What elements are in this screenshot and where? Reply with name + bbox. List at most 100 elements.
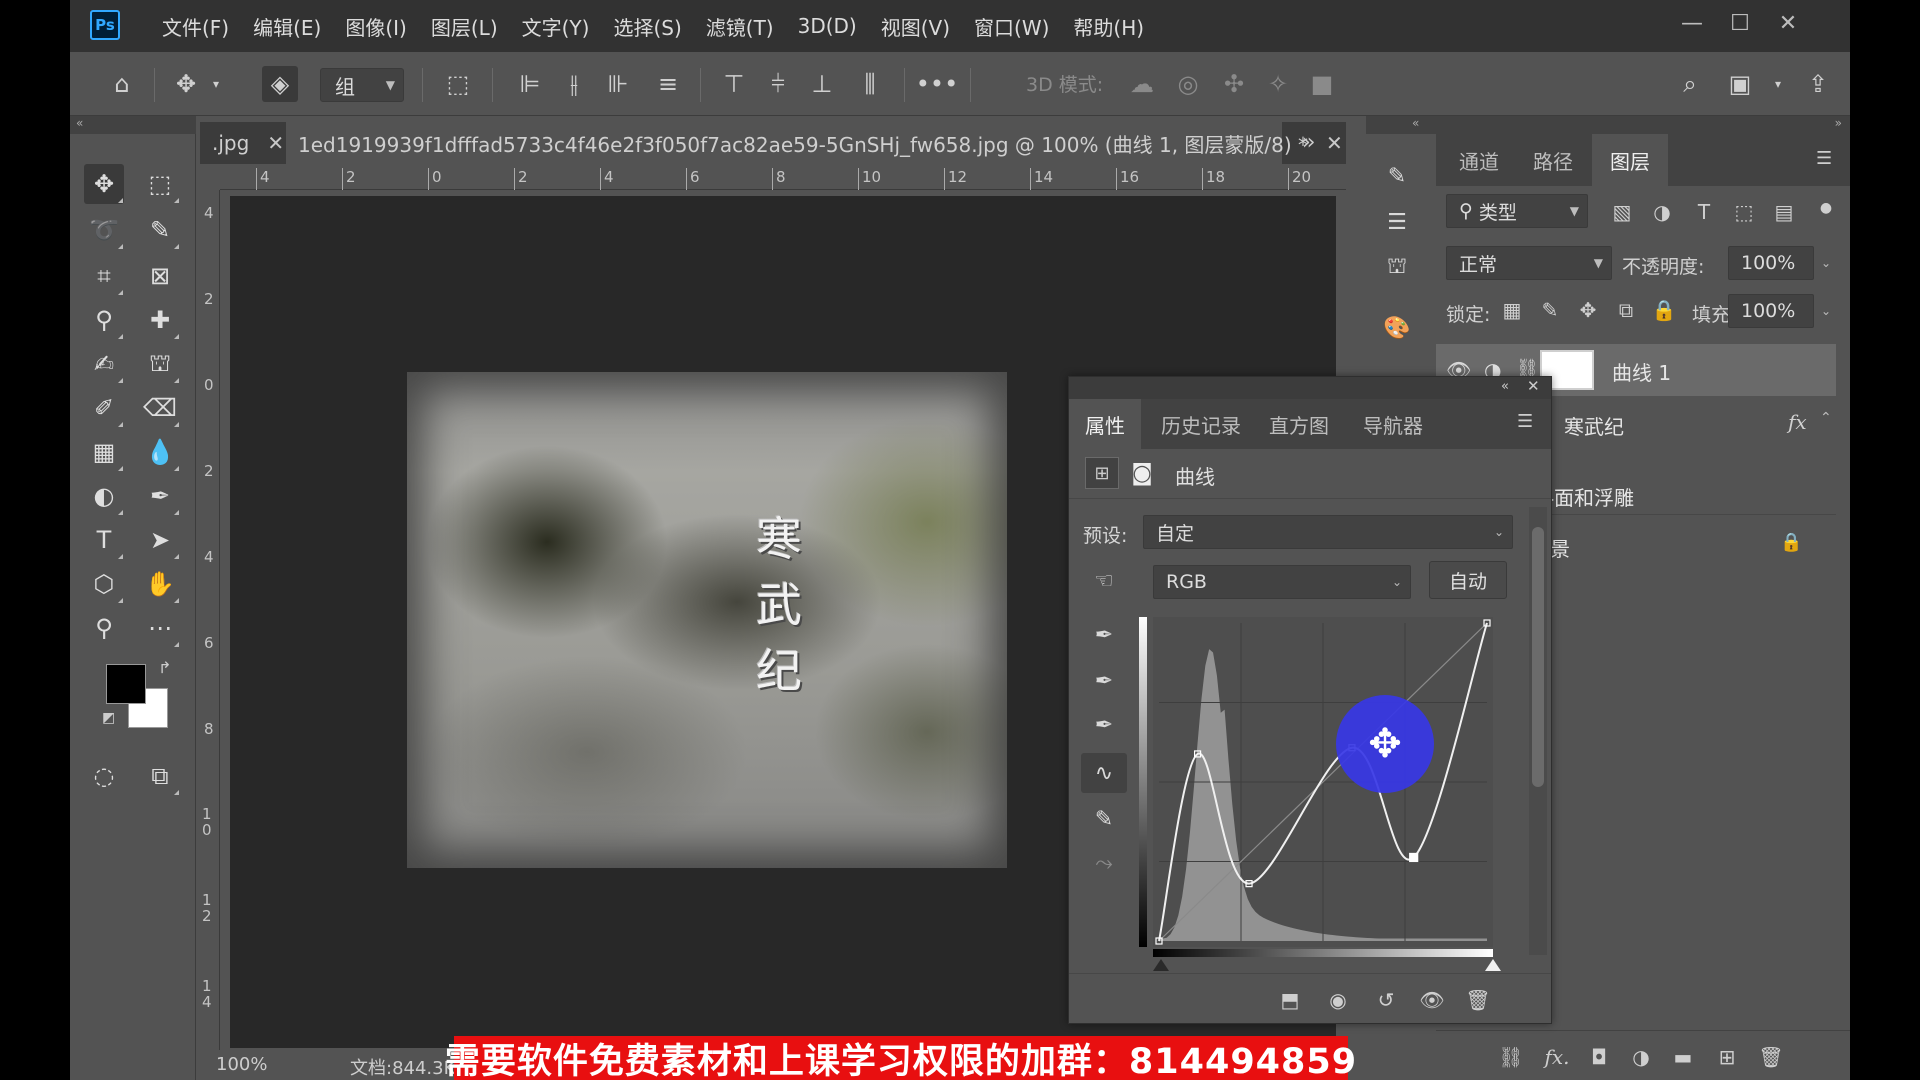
tab-channels[interactable]: 通道 — [1444, 134, 1514, 186]
eraser-tool-icon[interactable]: ⌫ — [140, 388, 180, 428]
filter-adjustment-icon[interactable]: ◑ — [1648, 198, 1676, 226]
pencil-draw-icon[interactable]: ✎ — [1081, 799, 1127, 839]
menu-layer[interactable]: 图层(L) — [419, 12, 510, 41]
type-tool-icon[interactable]: T — [84, 520, 124, 560]
filter-type-icon[interactable]: T — [1690, 198, 1718, 226]
move-tool-icon[interactable]: ✥ — [84, 164, 124, 204]
transform-controls-icon[interactable]: ⬚ — [440, 66, 476, 102]
properties-titlebar[interactable]: « ✕ — [1069, 377, 1551, 399]
fill-field[interactable]: 100% ⌄ — [1728, 294, 1831, 328]
filter-toggle-icon[interactable]: ● — [1812, 194, 1840, 222]
quick-mask-icon[interactable]: ◌ — [84, 756, 124, 796]
view-previous-state-icon[interactable]: ◉ — [1323, 986, 1353, 1014]
curves-adjustment-icon[interactable]: ⊞ — [1085, 457, 1119, 489]
zoom-level[interactable]: 100% — [216, 1054, 267, 1075]
curve-control-point[interactable] — [1409, 852, 1419, 863]
new-adjustment-icon[interactable]: ◑ — [1626, 1043, 1656, 1071]
black-slider-handle[interactable] — [1153, 959, 1169, 971]
brush-settings-icon[interactable]: ✎ — [1377, 156, 1417, 196]
clip-to-layer-icon[interactable]: ⬒ — [1275, 986, 1305, 1014]
shape-tool-icon[interactable]: ⬡ — [84, 564, 124, 604]
path-selection-tool-icon[interactable]: ➤ — [140, 520, 180, 560]
tools-collapse-strip[interactable]: « — [70, 116, 196, 134]
preset-dropdown[interactable]: 自定 ⌄ — [1143, 515, 1513, 549]
default-colors-icon[interactable]: ◩ — [102, 710, 115, 726]
auto-select-dropdown[interactable]: 组 ▼ — [320, 68, 404, 102]
menu-filter[interactable]: 滤镜(T) — [694, 12, 786, 41]
align-top-icon[interactable]: ⊤ — [716, 66, 752, 102]
hand-tool-icon[interactable]: ✋ — [140, 564, 180, 604]
lock-position-icon[interactable]: ✥ — [1574, 296, 1602, 324]
panel-menu-icon[interactable]: ☰ — [1816, 148, 1838, 169]
share-icon[interactable]: ⇪ — [1800, 66, 1836, 102]
new-layer-icon[interactable]: ⊞ — [1712, 1043, 1742, 1071]
menu-image[interactable]: 图像(I) — [333, 12, 419, 41]
blur-tool-icon[interactable]: 💧 — [140, 432, 180, 472]
delete-adjustment-icon[interactable]: 🗑 — [1463, 986, 1493, 1014]
menu-select[interactable]: 选择(S) — [601, 12, 693, 41]
align-bottom-icon[interactable]: ⊥ — [804, 66, 840, 102]
white-slider-handle[interactable] — [1485, 959, 1501, 971]
dodge-tool-icon[interactable]: ◐ — [84, 476, 124, 516]
scrollbar-thumb[interactable] — [1532, 527, 1544, 787]
quick-select-tool-icon[interactable]: ✎ — [140, 210, 180, 250]
auto-select-icon[interactable]: ◈ — [262, 66, 298, 102]
menu-view[interactable]: 视图(V) — [869, 12, 962, 41]
distribute-icon[interactable]: ≡ — [650, 66, 686, 102]
on-image-adjust-icon[interactable]: ☜ — [1081, 561, 1127, 601]
chevron-up-icon[interactable]: ⌃ — [1820, 410, 1832, 426]
document-tab-active[interactable]: 1ed1919939f1dfffad5733c4f46e2f3f050f7ac8… — [286, 122, 1343, 164]
tab-histogram[interactable]: 直方图 — [1257, 399, 1341, 449]
delete-layer-icon[interactable]: 🗑 — [1756, 1043, 1786, 1071]
chevron-down-icon[interactable]: ⌄ — [1821, 256, 1831, 270]
frame-tool-icon[interactable]: ⊠ — [140, 256, 180, 296]
chevron-down-icon[interactable]: ⌄ — [1821, 304, 1831, 318]
menu-window[interactable]: 窗口(W) — [962, 12, 1061, 41]
brush-tool-icon[interactable]: ✍ — [84, 344, 124, 384]
color-palette-icon[interactable]: 🎨 — [1377, 308, 1417, 348]
blend-mode-dropdown[interactable]: 正常 ▼ — [1446, 246, 1612, 280]
new-group-icon[interactable]: ▬ — [1668, 1043, 1698, 1071]
tab-paths[interactable]: 路径 — [1518, 134, 1588, 186]
clone-stamp-tool-icon[interactable]: ⛫ — [140, 344, 180, 384]
menu-3d[interactable]: 3D(D) — [786, 14, 869, 38]
adjustments-icon[interactable]: ☰ — [1377, 202, 1417, 242]
channel-dropdown[interactable]: RGB ⌄ — [1153, 565, 1411, 599]
lock-all-icon[interactable]: 🔒 — [1650, 296, 1678, 324]
crop-tool-icon[interactable]: ⌗ — [84, 256, 124, 296]
black-point-eyedropper-icon[interactable]: ✒ — [1081, 615, 1127, 655]
zoom-tool-icon[interactable]: ⚲ — [84, 608, 124, 648]
layer-filter-dropdown[interactable]: ⚲ 类型 ▼ — [1446, 194, 1588, 228]
healing-brush-tool-icon[interactable]: ✚ — [140, 300, 180, 340]
minimize-button[interactable]: — — [1672, 8, 1712, 38]
menu-file[interactable]: 文件(F) — [150, 12, 241, 41]
history-brush-tool-icon[interactable]: ✐ — [84, 388, 124, 428]
toggle-visibility-icon[interactable]: 👁 — [1417, 986, 1447, 1014]
menu-edit[interactable]: 编辑(E) — [241, 12, 333, 41]
pen-tool-icon[interactable]: ✒ — [140, 476, 180, 516]
add-mask-icon[interactable]: ◘ — [1584, 1043, 1614, 1071]
tab-layers[interactable]: 图层 — [1592, 134, 1668, 186]
document-tab[interactable]: .jpg ✕ — [200, 122, 284, 164]
white-point-eyedropper-icon[interactable]: ✒ — [1081, 705, 1127, 745]
tab-history[interactable]: 历史记录 — [1149, 399, 1253, 449]
align-middle-icon[interactable]: ⫩ — [760, 66, 796, 102]
close-icon[interactable]: ✕ — [1527, 377, 1540, 395]
mask-icon[interactable]: ◙ — [1125, 457, 1159, 489]
properties-scrollbar[interactable] — [1529, 507, 1547, 955]
filter-pixel-icon[interactable]: ▧ — [1608, 198, 1636, 226]
home-icon[interactable]: ⌂ — [104, 66, 140, 102]
close-icon[interactable]: ✕ — [267, 131, 284, 155]
chevron-down-icon[interactable]: ▾ — [198, 66, 234, 102]
curves-graph[interactable] — [1153, 617, 1493, 947]
tab-navigator[interactable]: 导航器 — [1349, 399, 1437, 449]
opacity-field[interactable]: 100% ⌄ — [1728, 246, 1831, 280]
close-window-button[interactable]: ✕ — [1768, 8, 1808, 38]
panel-menu-icon[interactable]: ☰ — [1517, 411, 1539, 432]
link-layers-icon[interactable]: ⛓ — [1496, 1043, 1526, 1071]
lock-pixels-icon[interactable]: ✎ — [1536, 296, 1564, 324]
menu-type[interactable]: 文字(Y) — [510, 12, 602, 41]
filter-shape-icon[interactable]: ⬚ — [1730, 198, 1758, 226]
add-style-icon[interactable]: fx. — [1542, 1043, 1572, 1071]
lock-transparency-icon[interactable]: ▦ — [1498, 296, 1526, 324]
